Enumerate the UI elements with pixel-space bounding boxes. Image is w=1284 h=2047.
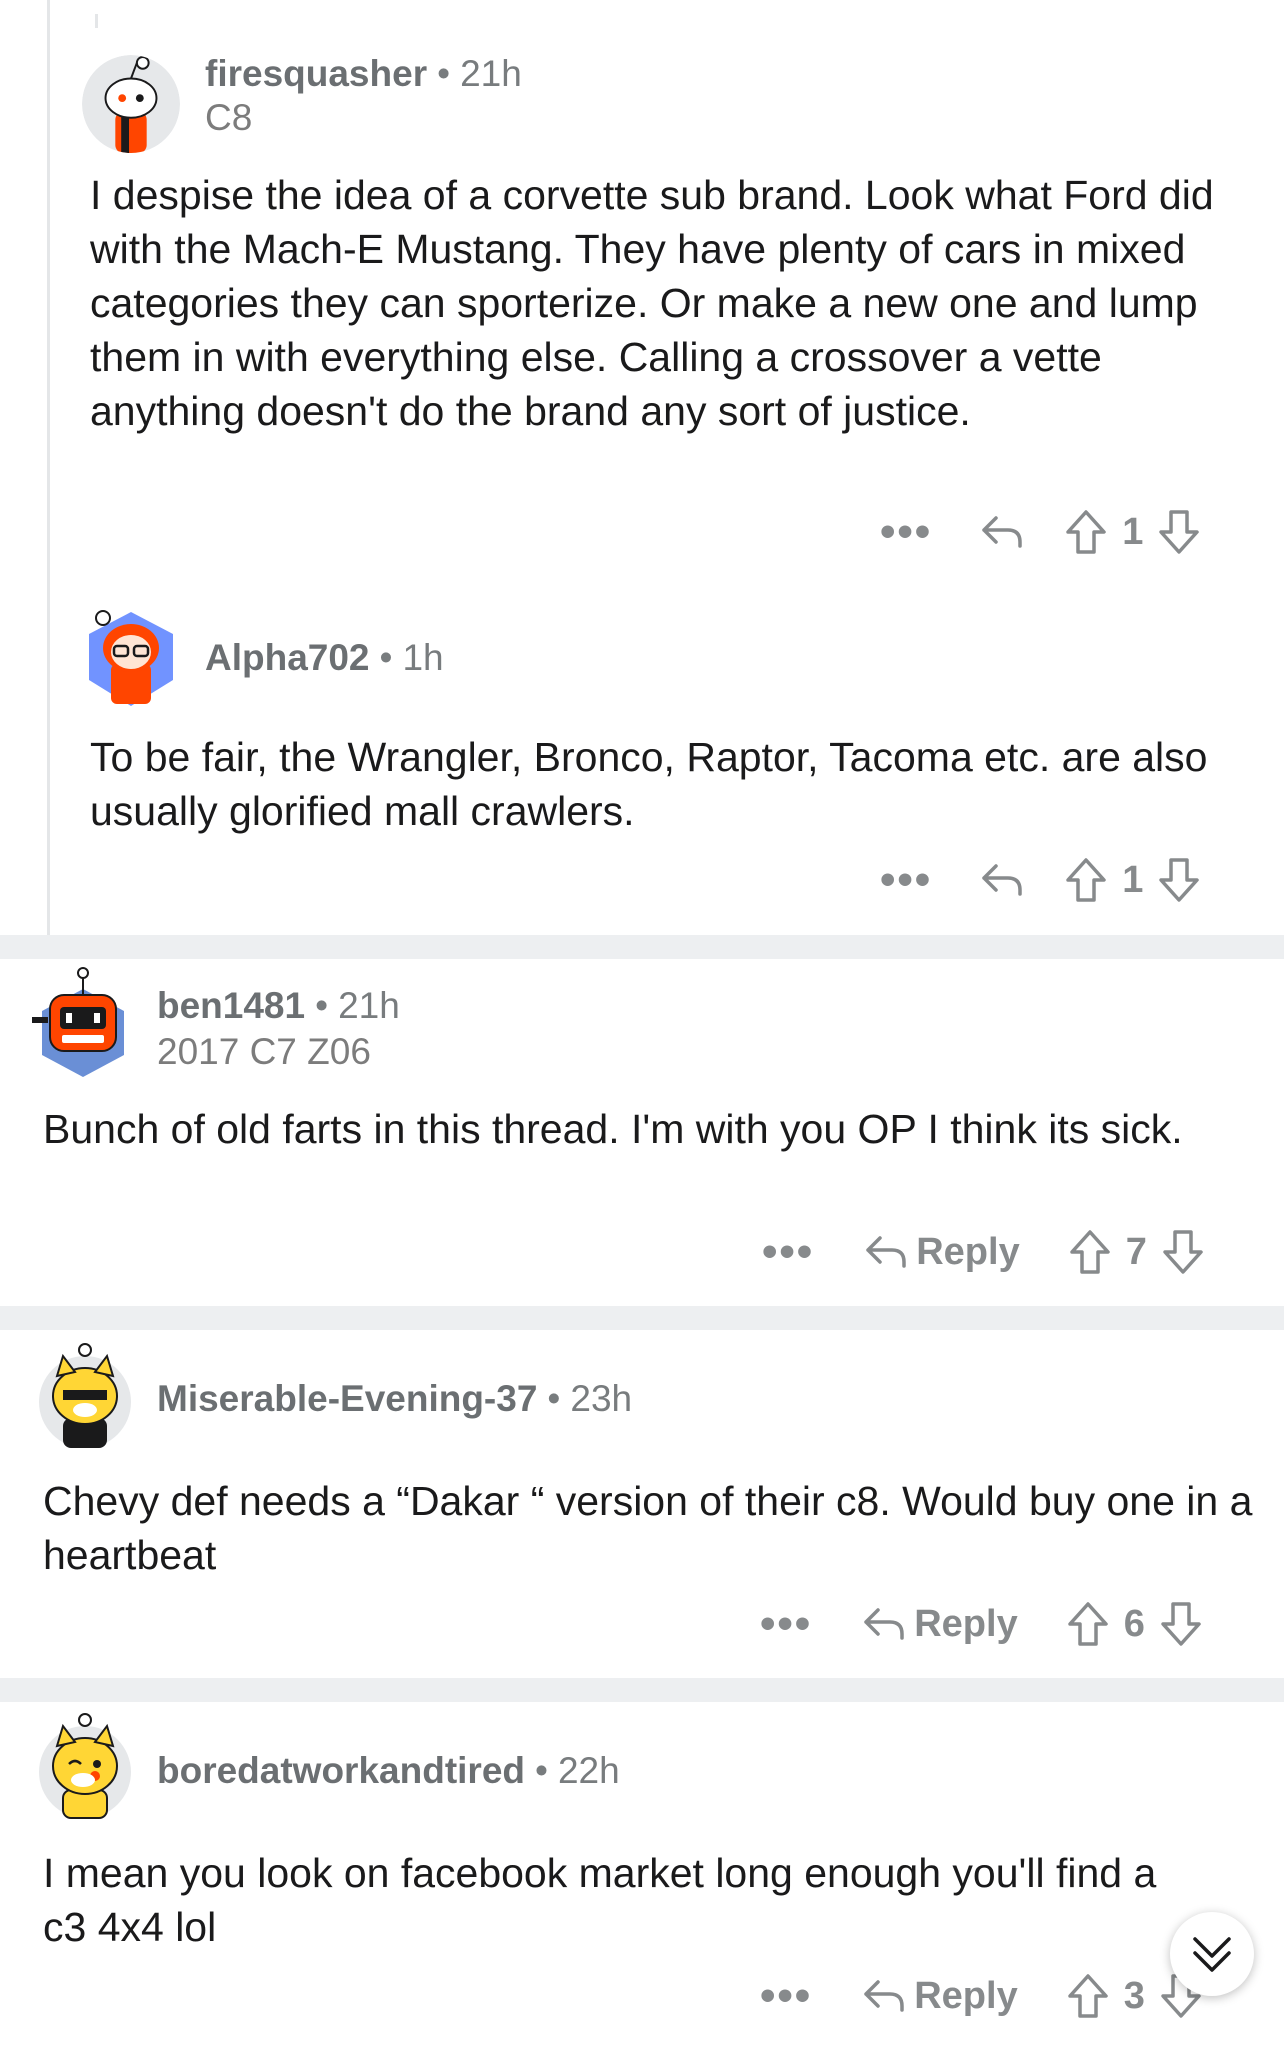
meta-dot: • <box>315 985 329 1026</box>
downvote-button[interactable] <box>1157 857 1201 903</box>
parent-thread-line <box>95 14 98 28</box>
upvote-arrow-icon <box>1066 510 1106 554</box>
comment-separator <box>0 935 1284 959</box>
upvote-arrow-icon <box>1069 1230 1110 1274</box>
comment-actions: ••• Reply 3 <box>760 1966 1203 2026</box>
downvote-arrow-icon <box>1163 1230 1203 1274</box>
comment-age: 21h <box>338 985 400 1026</box>
comment-meta: Alpha702 • 1h <box>205 636 444 680</box>
comment-actions: ••• Reply 7 <box>762 1222 1205 1282</box>
snoo-avatar-icon <box>82 55 180 153</box>
upvote-arrow-icon <box>1067 1974 1108 2018</box>
username[interactable]: firesquasher <box>205 53 427 94</box>
username[interactable]: boredatworkandtired <box>157 1750 525 1791</box>
reply-button[interactable]: Reply <box>862 1602 1018 1646</box>
reply-label: Reply <box>916 1230 1020 1273</box>
reply-button[interactable]: Reply <box>864 1230 1020 1274</box>
upvote-arrow-icon <box>1066 858 1106 902</box>
downvote-arrow-icon <box>1159 858 1200 902</box>
upvote-button[interactable] <box>1068 1229 1112 1275</box>
more-options-button[interactable]: ••• <box>760 1974 812 2018</box>
cat-snoo-avatar-icon <box>39 1713 131 1819</box>
user-flair: 2017 C7 Z06 <box>157 1031 371 1072</box>
comment-actions: ••• 1 <box>880 850 1201 910</box>
downvote-button[interactable] <box>1157 509 1201 555</box>
more-options-button[interactable]: ••• <box>760 1602 812 1646</box>
double-chevron-down-icon <box>1193 1937 1231 1972</box>
downvote-button[interactable] <box>1159 1601 1203 1647</box>
downvote-arrow-icon <box>1161 1602 1201 1646</box>
robot-snoo-avatar-icon <box>32 967 124 1077</box>
comment-age: 1h <box>402 637 444 678</box>
comment-body: I mean you look on facebook market long … <box>43 1850 1157 1950</box>
avatar[interactable] <box>35 1710 135 1820</box>
avatar[interactable] <box>82 55 180 153</box>
vote-score: 1 <box>1122 858 1144 901</box>
avatar[interactable] <box>35 1340 135 1450</box>
reply-arrow-icon <box>864 1980 904 2012</box>
downvote-button[interactable] <box>1161 1229 1205 1275</box>
comment-age: 21h <box>460 53 522 94</box>
meta-dot: • <box>535 1750 548 1791</box>
more-options-button[interactable]: ••• <box>880 858 932 902</box>
username[interactable]: Miserable-Evening-37 <box>157 1378 537 1419</box>
reply-label: Reply <box>914 1974 1018 2017</box>
username[interactable]: ben1481 <box>157 985 305 1026</box>
comment-meta: ben1481 • 21h <box>157 984 400 1028</box>
reply-arrow-icon <box>864 1608 904 1640</box>
vote-score: 1 <box>1122 510 1144 553</box>
comment-age: 23h <box>570 1378 633 1419</box>
upvote-arrow-icon <box>1067 1602 1108 1646</box>
snoo-avatar-icon <box>89 610 173 706</box>
comment-meta: firesquasher • 21h <box>205 52 522 96</box>
next-comment-button[interactable] <box>1170 1912 1254 1996</box>
user-flair: C8 <box>205 97 253 138</box>
reply-arrow-icon <box>866 1236 906 1268</box>
more-options-button[interactable]: ••• <box>762 1230 814 1274</box>
vote-score: 7 <box>1125 1230 1147 1273</box>
comment-meta: boredatworkandtired • 22h <box>157 1749 620 1793</box>
avatar[interactable] <box>85 598 177 708</box>
comment-separator <box>0 1306 1284 1330</box>
upvote-button[interactable] <box>1066 1601 1110 1647</box>
username[interactable]: Alpha702 <box>205 637 370 678</box>
reply-button[interactable] <box>980 514 1024 550</box>
thread-line[interactable] <box>47 0 50 935</box>
upvote-button[interactable] <box>1066 1973 1110 2019</box>
reply-arrow-icon <box>982 516 1022 548</box>
comment-meta: Miserable-Evening-37 • 23h <box>157 1377 632 1421</box>
comment-actions: ••• Reply 6 <box>760 1594 1203 1654</box>
meta-dot: • <box>379 637 393 678</box>
upvote-button[interactable] <box>1064 857 1108 903</box>
reply-button[interactable]: Reply <box>862 1974 1018 2018</box>
comment-body: Bunch of old farts in this thread. I'm w… <box>43 1106 1183 1152</box>
vote-score: 6 <box>1123 1602 1145 1645</box>
reply-arrow-icon <box>982 864 1022 896</box>
upvote-button[interactable] <box>1064 509 1108 555</box>
comment-body: I despise the idea of a corvette sub bra… <box>90 172 1214 434</box>
meta-dot: • <box>547 1378 561 1419</box>
downvote-arrow-icon <box>1159 510 1200 554</box>
reply-button[interactable] <box>980 862 1024 898</box>
comment-separator <box>0 1678 1284 1702</box>
comment-actions: ••• 1 <box>880 502 1201 562</box>
comment-age: 22h <box>557 1750 620 1791</box>
reply-label: Reply <box>914 1602 1018 1645</box>
comment-body: To be fair, the Wrangler, Bronco, Raptor… <box>90 734 1208 834</box>
meta-dot: • <box>437 53 451 94</box>
vote-score: 3 <box>1123 1974 1145 2017</box>
avatar[interactable] <box>28 965 128 1080</box>
more-options-button[interactable]: ••• <box>880 510 932 554</box>
comment-body: Chevy def needs a “Dakar “ version of th… <box>43 1478 1253 1578</box>
cat-snoo-avatar-icon <box>39 1343 131 1448</box>
